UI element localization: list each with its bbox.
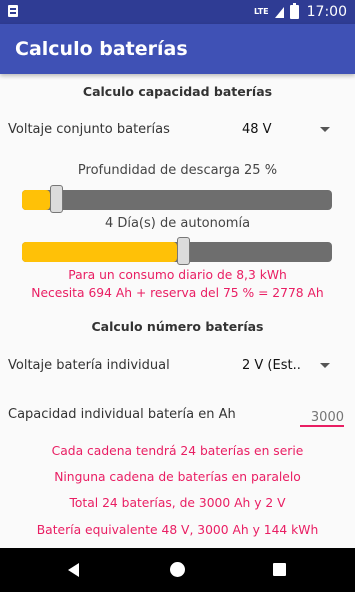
result-equivalent: Batería equivalente 48 V, 3000 Ah y 144 …: [36, 523, 319, 537]
battery-icon: [289, 3, 299, 19]
input-underline: [300, 425, 344, 427]
notification-icon: [8, 5, 18, 17]
slider-thumb[interactable]: [177, 237, 190, 265]
result-parallel: Ninguna cadena de baterías en paralelo: [54, 470, 301, 484]
dropdown-arrow-icon: [320, 363, 330, 368]
result-series: Cada cadena tendrá 24 baterías en serie: [51, 444, 304, 458]
autonomy-days-label: 4 Día(s) de autonomía: [104, 216, 251, 231]
autonomy-days-slider[interactable]: [22, 237, 332, 265]
individual-battery-voltage-value: 2 V (Est..: [242, 358, 301, 373]
home-icon[interactable]: [168, 560, 188, 580]
capacity-section-title: Calculo capacidad baterías: [82, 84, 273, 99]
individual-capacity-input[interactable]: [300, 410, 344, 425]
battery-set-voltage-value: 48 V: [242, 122, 272, 137]
battery-set-voltage-spinner[interactable]: 48 V: [236, 114, 336, 144]
slider-thumb[interactable]: [50, 185, 63, 213]
signal-icon: [274, 6, 284, 18]
individual-battery-voltage-label: Voltaje batería individual: [8, 358, 170, 373]
slider-fill: [22, 242, 177, 262]
back-icon[interactable]: [64, 560, 84, 580]
daily-consumption-text: Para un consumo diario de 8,3 kWh: [68, 268, 287, 282]
result-total: Total 24 baterías, de 3000 Ah y 2 V: [69, 496, 286, 510]
status-bar: LTE 17:00: [0, 0, 355, 24]
navigation-bar: [0, 548, 355, 592]
dropdown-arrow-icon: [320, 127, 330, 132]
app-bar: Calculo baterías: [0, 24, 355, 74]
app-title: Calculo baterías: [15, 38, 188, 60]
individual-capacity-field[interactable]: [300, 406, 344, 426]
network-type: LTE: [253, 7, 269, 16]
recent-apps-icon[interactable]: [270, 560, 290, 580]
discharge-depth-label: Profundidad de descarga 25 %: [77, 163, 278, 178]
number-section-title: Calculo número baterías: [91, 319, 264, 334]
individual-battery-voltage-spinner[interactable]: 2 V (Est..: [236, 350, 336, 380]
individual-capacity-label: Capacidad individual batería en Ah: [8, 407, 236, 422]
required-capacity-text: Necesita 694 Ah + reserva del 75 % = 277…: [31, 286, 324, 300]
battery-set-voltage-label: Voltaje conjunto baterías: [8, 122, 170, 137]
discharge-depth-slider[interactable]: [22, 185, 332, 213]
slider-track: [22, 190, 332, 210]
clock: 17:00: [306, 4, 347, 20]
slider-fill: [22, 190, 50, 210]
